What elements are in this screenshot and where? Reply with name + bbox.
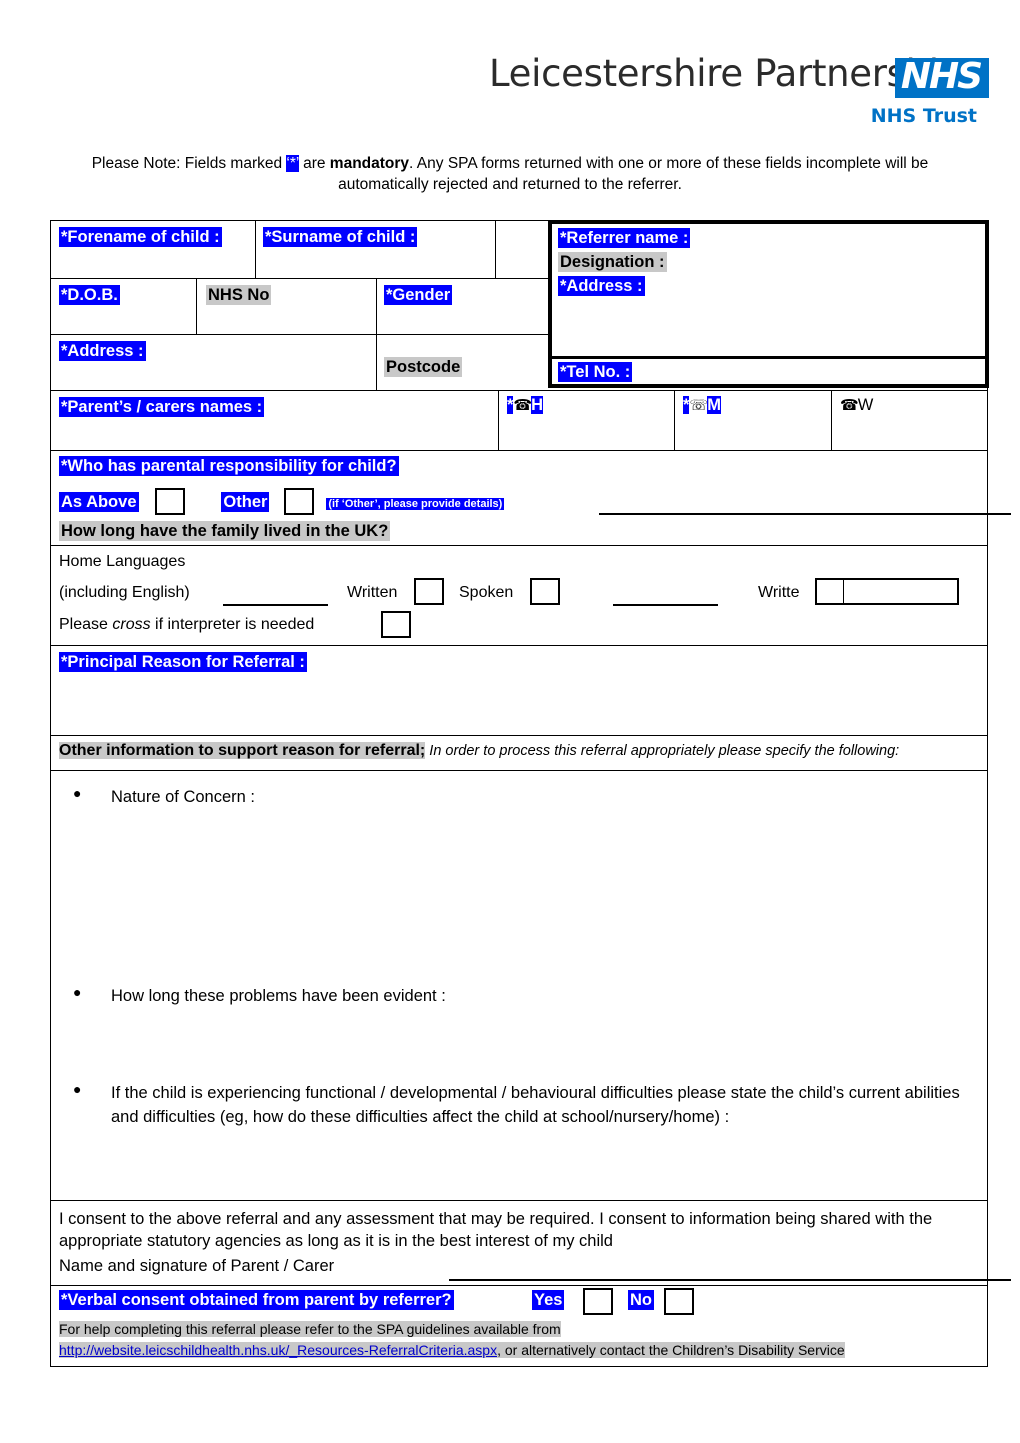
bullet-functional-difficulties: ● If the child is experiencing functiona… [73,1081,963,1129]
label-dob: *D.O.B. [59,285,120,305]
row-home-languages: Home Languages (including English) Writt… [51,546,987,646]
bullet-text: If the child is experiencing functional … [111,1084,960,1126]
mobile-phone-icon: ☏ [689,396,708,414]
label-other: Other [221,492,270,512]
language-input-line-1[interactable] [223,604,328,606]
label-parent-names: *Parent’s / carers names : [59,397,265,417]
label-yes: Yes [532,1290,565,1310]
phone-home-group: *☎H [507,396,544,415]
row-parental-responsibility: *Who has parental responsibility for chi… [51,451,1011,546]
other-info-italic-text: In order to process this referral approp… [425,743,900,759]
label-parental-responsibility: *Who has parental responsibility for chi… [59,456,399,476]
consent-text: I consent to the above referral and any … [59,1210,933,1250]
label-referrer-tel: *Tel No. : [558,361,633,382]
row-consent-statement: I consent to the above referral and any … [51,1201,1011,1286]
interpreter-pre: Please [59,616,113,633]
row-verbal-consent: *Verbal consent obtained from parent by … [51,1286,987,1320]
row-other-information-header: Other information to support reason for … [51,736,987,771]
mandatory-fields-note: Please Note: Fields marked ‘*’ are manda… [85,153,935,195]
label-as-above: As Above [59,492,139,512]
logo-subtitle: NHS Trust [870,105,977,127]
checkbox-verbal-no[interactable] [664,1288,694,1315]
other-info-bold-text: Other information to support reason for … [59,742,426,759]
bullet-problem-duration: ● How long these problems have been evid… [73,984,446,1008]
form-table: *Forename of child : *Surname of child :… [50,219,1011,1367]
label-spoken: Spoken [459,584,514,601]
bullet-text: Nature of Concern : [111,788,255,806]
label-uk-duration: How long have the family lived in the UK… [59,521,391,541]
referrer-tel-cell: *Tel No. : [552,355,985,384]
other-details-input-line[interactable] [599,513,1011,515]
bullet-dot-icon: ● [73,785,82,801]
note-part3: . Any SPA forms returned with one or mor… [338,155,929,193]
label-principal-reason: *Principal Reason for Referral : [59,652,307,672]
label-referrer-designation: Designation : [558,251,667,272]
checkbox-interpreter[interactable] [381,611,411,638]
bullet-text: How long these problems have been eviden… [111,987,446,1005]
bullet-dot-icon: ● [73,984,82,1000]
checkbox-written-2[interactable] [815,578,845,605]
language-text-box[interactable] [844,578,959,605]
other-info-heading: Other information to support reason for … [59,742,899,760]
interpreter-post: if interpreter is needed [150,616,315,633]
footer-after-link-text: , or alternatively contact the Children’… [497,1342,845,1358]
note-mandatory-word: mandatory [329,155,410,172]
referrer-details-box: *Referrer name : Designation : *Address … [548,219,989,388]
nhs-wordmark: NHS [894,58,989,98]
checkbox-as-above[interactable] [154,488,185,515]
language-input-line-2[interactable] [613,604,718,606]
footer-link-line: http://website.leicschildhealth.nhs.uk/_… [59,1342,845,1358]
row-referral-bullets: ● Nature of Concern : ● How long these p… [51,771,987,1201]
phone-mobile-group: *☏M [683,396,721,415]
hint-other-details: (if ‘Other’, please provide details) [326,498,505,510]
label-surname: *Surname of child : [263,227,418,247]
label-written-2: Writte [758,584,800,601]
checkbox-written-1[interactable] [414,578,444,605]
phone-work-group: ☎W [840,396,873,415]
label-child-address: *Address : [59,341,146,361]
checkbox-other[interactable] [283,488,314,515]
phone-home-label: H [531,396,544,414]
note-part2: are [298,155,330,172]
label-home-languages: Home Languages [59,553,186,570]
label-nhs-no: NHS No [206,285,272,305]
label-signature: Name and signature of Parent / Carer [59,1257,335,1275]
logo-trust-name: Leicestershire Partnership [489,52,962,95]
row-parent-names: *Parent’s / carers names : *☎H *☏M ☎W [51,391,987,451]
label-referrer-address: *Address : [558,275,645,296]
label-including-english: (including English) [59,584,190,601]
bullet-dot-icon: ● [73,1081,82,1097]
label-written-1: Written [347,584,398,601]
referral-form-page: Leicestershire Partnership NHS NHS Trust… [0,0,1020,1443]
label-forename: *Forename of child : [59,227,222,247]
telephone-icon: ☎ [513,396,532,414]
row-footer-help: For help completing this referral please… [51,1320,987,1366]
referrer-fields: *Referrer name : Designation : *Address … [558,227,981,296]
footer-help-text: For help completing this referral please… [59,1321,561,1337]
label-verbal-consent: *Verbal consent obtained from parent by … [59,1290,454,1310]
work-telephone-icon: ☎ [840,396,859,414]
phone-work-label: W [857,396,874,414]
bullet-nature-of-concern: ● Nature of Concern : [73,785,255,809]
note-asterisk-marker: ‘*’ [286,155,299,172]
checkbox-spoken[interactable] [530,578,560,605]
signature-input-line[interactable] [449,1279,1011,1281]
note-part1: Please Note: Fields marked [91,155,287,172]
label-interpreter: Please cross if interpreter is needed [59,616,314,634]
interpreter-cross-word: cross [112,616,151,633]
spa-guidelines-link[interactable]: http://website.leicschildhealth.nhs.uk/_… [59,1342,498,1358]
nhs-logo: Leicestershire Partnership NHS NHS Trust [489,52,989,138]
label-gender: *Gender [384,285,453,305]
phone-mobile-label: M [707,396,721,414]
label-postcode: Postcode [384,357,463,377]
row-principal-reason[interactable]: *Principal Reason for Referral : [51,646,987,736]
row-child-names: *Forename of child : *Surname of child :… [51,219,989,388]
checkbox-verbal-yes[interactable] [583,1288,613,1315]
label-referrer-name: *Referrer name : [558,227,691,248]
label-no: No [628,1290,654,1310]
